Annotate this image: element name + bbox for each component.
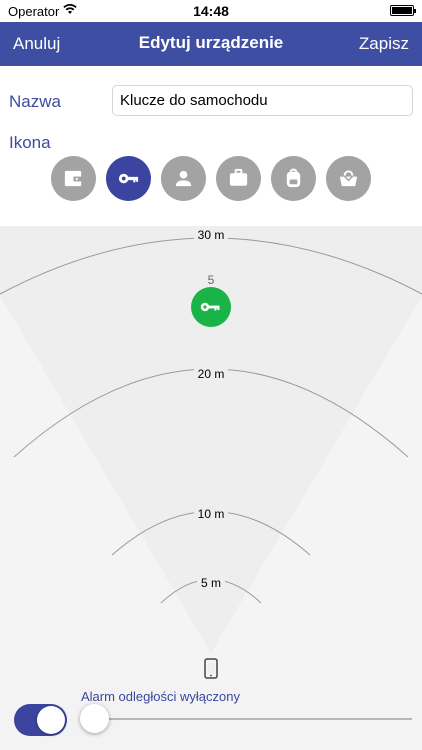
ring-label-30m: 30 m: [198, 228, 225, 242]
distance-slider-thumb[interactable]: [80, 704, 109, 733]
ring-label-20m: 20 m: [198, 367, 225, 381]
save-button[interactable]: Zapisz: [359, 34, 409, 54]
device-count: 5: [208, 273, 215, 287]
navigation-bar: Anuluj Edytuj urządzenie Zapisz: [0, 22, 422, 66]
icon-option-briefcase[interactable]: [216, 156, 261, 201]
toggle-knob: [37, 706, 65, 734]
status-bar: Operator 14:48: [0, 0, 422, 22]
name-label: Nazwa: [9, 92, 61, 111]
icon-option-backpack[interactable]: [271, 156, 316, 201]
handbag-icon: [339, 170, 358, 187]
name-input[interactable]: [112, 85, 413, 116]
ring-label-10m: 10 m: [198, 507, 225, 521]
icon-option-key[interactable]: [106, 156, 151, 201]
alarm-toggle[interactable]: [14, 704, 67, 736]
icon-option-person[interactable]: [161, 156, 206, 201]
key-icon: [118, 173, 139, 184]
distance-radar: 30 m 20 m 10 m 5 m 5: [0, 226, 422, 684]
briefcase-icon: [229, 168, 248, 186]
edit-form: Nazwa Ikona: [0, 66, 422, 226]
wallet-icon: [64, 170, 83, 187]
clock: 14:48: [193, 3, 229, 19]
ring-label-5m: 5 m: [201, 576, 221, 590]
distance-slider-track[interactable]: [96, 718, 412, 720]
person-icon: [175, 170, 192, 187]
battery-icon: [390, 5, 416, 16]
icon-picker: [0, 156, 422, 202]
icon-option-wallet[interactable]: [51, 156, 96, 201]
cancel-button[interactable]: Anuluj: [13, 34, 60, 54]
device-marker[interactable]: [191, 287, 231, 327]
phone-icon: [204, 658, 218, 679]
alarm-status-label: Alarm odległości wyłączony: [81, 689, 240, 704]
backpack-icon: [286, 168, 301, 188]
icon-option-handbag[interactable]: [326, 156, 371, 201]
alarm-panel: Alarm odległości wyłączony: [0, 684, 422, 750]
icon-label: Ikona: [9, 133, 51, 152]
